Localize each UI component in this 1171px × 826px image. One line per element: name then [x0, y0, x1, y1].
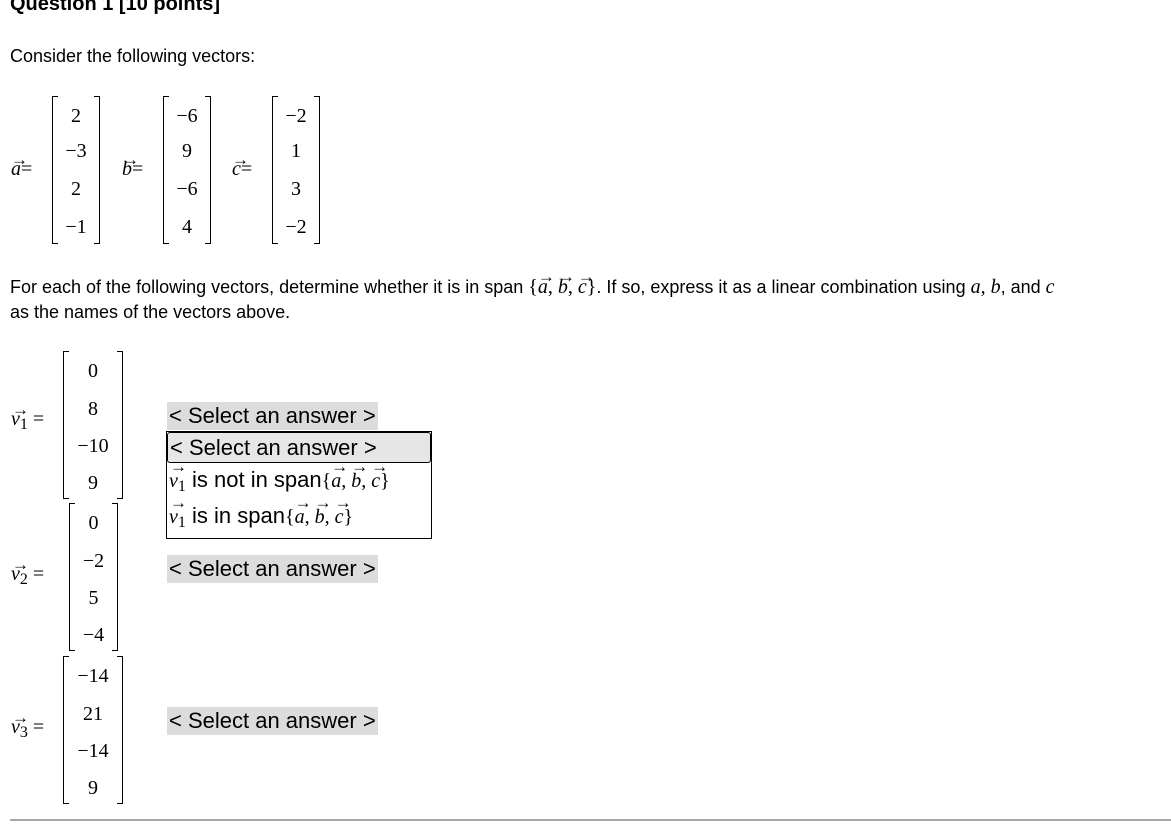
arrow-icon: → [577, 267, 595, 286]
matrix-cell: 4 [182, 216, 192, 238]
vector-b-label: → b= [122, 150, 144, 180]
matrix-cell: −14 [77, 740, 109, 762]
arrow-icon: → [232, 150, 249, 169]
matrix-cell: −14 [77, 665, 109, 687]
vector-v3-matrix: −14 21 −14 9 [63, 656, 123, 804]
v1-answer-dropdown: < Select an answer > → v1 is not in span{… [166, 431, 432, 539]
dropdown-option-select-answer[interactable]: < Select an answer > [167, 432, 431, 463]
matrix-cell: 21 [83, 703, 103, 725]
v2-answer-select[interactable]: < Select an answer > [167, 555, 378, 583]
arrow-icon: → [334, 493, 352, 512]
vector-c-label: → c= [232, 150, 253, 180]
span-set: {→ a, → b, → c} [528, 267, 597, 298]
matrix-cell: −10 [77, 435, 109, 457]
arrow-icon: → [537, 267, 555, 286]
dropdown-option-in-span[interactable]: → v1 is in span{→ a, → b, → c} [167, 494, 431, 532]
matrix-cell: −3 [65, 140, 87, 162]
matrix-cell: 1 [291, 140, 301, 162]
v3-answer-select[interactable]: < Select an answer > [167, 707, 378, 735]
v1-answer-select[interactable]: < Select an answer > [167, 402, 378, 430]
arrow-icon: → [11, 555, 29, 574]
vector-v2-label: → v2 = [11, 555, 45, 588]
vector-v1-label: → v1 = [11, 400, 45, 433]
matrix-cell: 8 [88, 398, 98, 420]
instruction-line-1: For each of the following vectors, deter… [10, 267, 1055, 298]
arrow-icon: → [371, 457, 388, 476]
question-title: Question 1 [10 points] [10, 0, 221, 15]
matrix-cell: −2 [285, 105, 307, 127]
vector-v2-matrix: 0 −2 5 −4 [69, 503, 118, 651]
matrix-cell: 3 [291, 178, 301, 200]
arrow-icon: → [11, 150, 28, 169]
matrix-cell: −2 [82, 550, 105, 572]
arrow-icon: → [314, 493, 332, 512]
arrow-icon: → [294, 493, 312, 512]
arrow-icon: → [169, 493, 187, 512]
matrix-cell: 0 [88, 360, 98, 382]
arrow-icon: → [122, 150, 139, 169]
matrix-cell: −2 [285, 216, 307, 238]
matrix-cell: 9 [182, 140, 192, 162]
matrix-cell: 9 [88, 777, 98, 799]
arrow-icon: → [11, 400, 29, 419]
vector-v3-label: → v3 = [11, 708, 45, 741]
matrix-cell: −1 [65, 216, 87, 238]
matrix-cell: 2 [71, 105, 81, 127]
matrix-cell: 2 [71, 178, 81, 200]
vector-b-matrix: −6 9 −6 4 [163, 96, 211, 244]
dropdown-option-not-in-span[interactable]: → v1 is not in span{→ a, → b, → c} [167, 458, 431, 496]
arrow-icon: → [557, 267, 575, 286]
matrix-cell: −4 [82, 624, 105, 646]
arrow-icon: → [351, 457, 368, 476]
matrix-cell: −6 [176, 178, 198, 200]
arrow-icon: → [331, 457, 348, 476]
vector-v1-matrix: 0 8 −10 9 [63, 351, 123, 499]
section-divider [10, 819, 1171, 821]
vector-a-label: → a= [11, 150, 33, 180]
matrix-cell: 5 [88, 587, 99, 609]
matrix-cell: 0 [88, 512, 99, 534]
matrix-cell: −6 [176, 105, 198, 127]
arrow-icon: → [169, 457, 187, 476]
arrow-icon: → [11, 708, 29, 727]
intro-text: Consider the following vectors: [10, 46, 256, 66]
vector-a-matrix: 2 −3 2 −1 [52, 96, 100, 244]
vector-c-matrix: −2 1 3 −2 [272, 96, 320, 244]
instruction-line-2: as the names of the vectors above. [10, 302, 291, 322]
matrix-cell: 9 [88, 472, 98, 494]
